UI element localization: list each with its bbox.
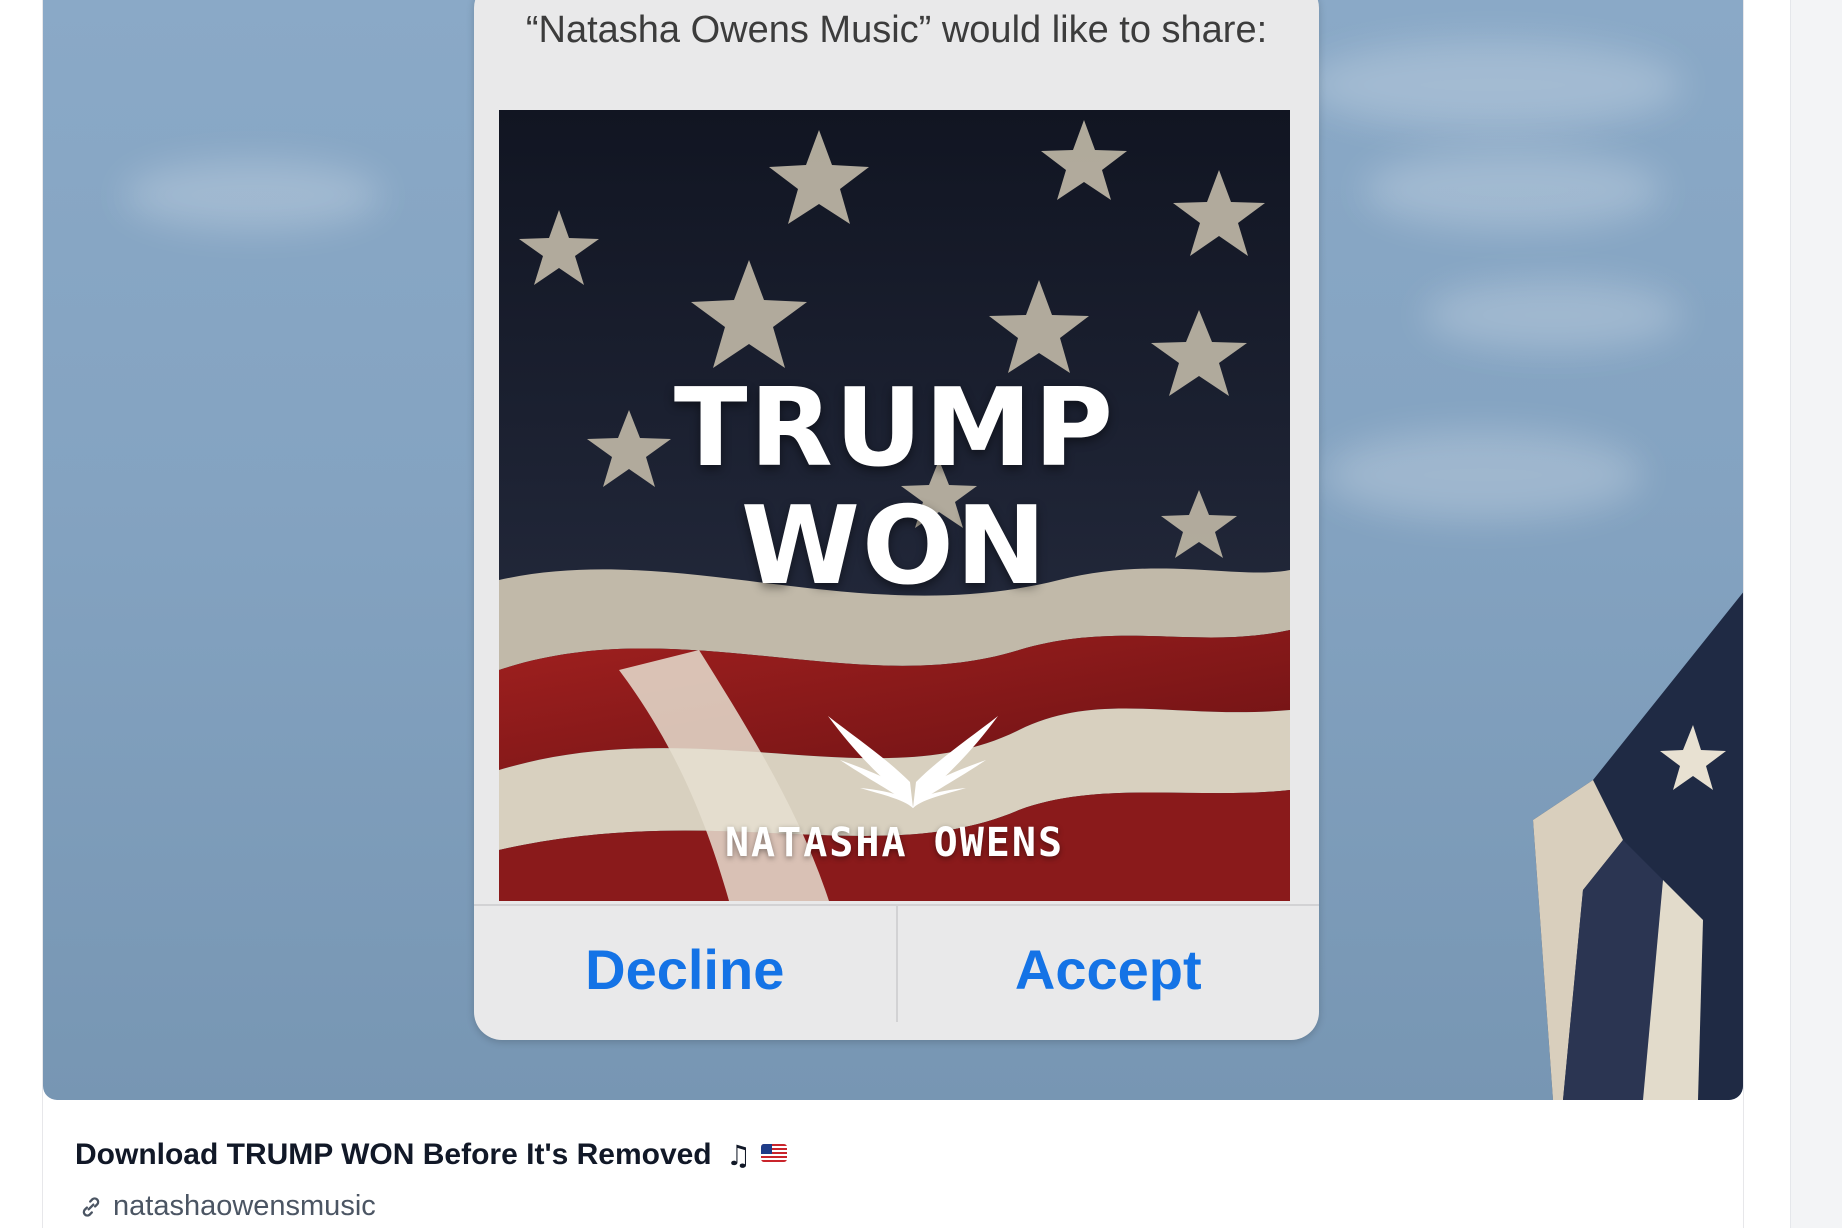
post-title[interactable]: Download TRUMP WON Before It's Removed <box>75 1138 712 1171</box>
wings-logo-icon <box>828 716 998 808</box>
sky-cloud <box>1303 40 1683 130</box>
flag-edge-graphic <box>1533 592 1743 1100</box>
share-dialog: “Natasha Owens Music” would like to shar… <box>474 0 1319 1040</box>
post-image[interactable]: “Natasha Owens Music” would like to shar… <box>43 0 1743 1100</box>
page: “Natasha Owens Music” would like to shar… <box>0 0 1842 1228</box>
album-artist-name: NATASHA OWENS <box>724 820 1065 866</box>
dialog-button-row: Decline Accept <box>474 904 1319 1040</box>
sky-cloud <box>1323 430 1643 520</box>
sky-cloud <box>1363 150 1663 230</box>
post-title-row[interactable]: Download TRUMP WON Before It's Removed ♫ <box>75 1138 788 1172</box>
album-cover: TRUMP WON NATASHA OWENS <box>499 110 1290 901</box>
album-title-line-2: WON <box>740 484 1049 609</box>
accept-button[interactable]: Accept <box>898 906 1320 1022</box>
link-row[interactable]: natashaowensmusic <box>77 1190 376 1223</box>
decline-button[interactable]: Decline <box>474 906 898 1022</box>
album-title-line-1: TRUMP <box>673 366 1116 491</box>
sky-cloud <box>1423 280 1683 350</box>
dialog-message: “Natasha Owens Music” would like to shar… <box>525 9 1268 51</box>
music-note-icon: ♫ <box>725 1139 752 1172</box>
post-card[interactable]: “Natasha Owens Music” would like to shar… <box>42 0 1744 1228</box>
right-sidebar-gutter <box>1790 0 1842 1228</box>
post-caption: Download TRUMP WON Before It's Removed ♫ <box>43 1100 1743 1228</box>
link-icon <box>82 1196 100 1217</box>
sky-cloud <box>123 160 383 230</box>
us-flag-icon <box>761 1144 788 1162</box>
link-text[interactable]: natashaowensmusic <box>113 1190 376 1223</box>
